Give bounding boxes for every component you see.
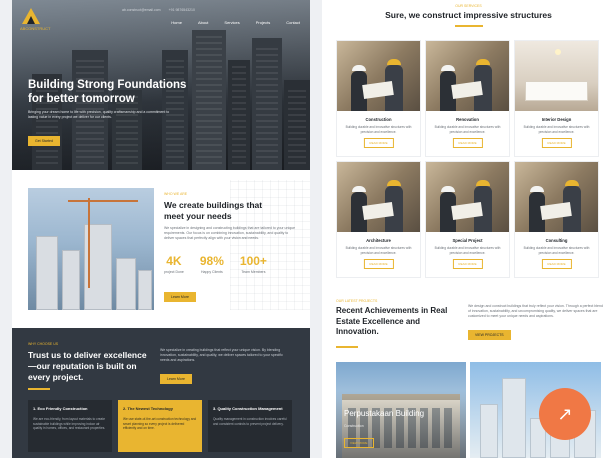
hero-title: Building Strong Foundations for better t…: [28, 79, 187, 105]
main-nav: Home About Services Projects Contact: [171, 20, 300, 25]
project-view-button[interactable]: VIEW MORE: [344, 438, 374, 448]
accent-divider: [336, 346, 358, 348]
arrow-up-right-icon[interactable]: ↗: [539, 388, 591, 440]
service-image: [337, 41, 420, 111]
trust-kicker: WHY CHOOSE US: [28, 342, 59, 346]
service-text: Building durable and innovative structur…: [523, 246, 590, 255]
about-learn-more-button[interactable]: Learn More: [164, 292, 196, 302]
stat-label: Happy Clients: [200, 270, 223, 274]
nav-services[interactable]: Services: [224, 20, 239, 25]
hero-text: Bringing your dream home to life with pr…: [28, 110, 170, 119]
building: [228, 60, 250, 170]
about-title: We create buildings that meet your needs: [164, 200, 263, 221]
service-card-renovation[interactable]: Renovation Building durable and innovati…: [425, 40, 510, 157]
nav-projects[interactable]: Projects: [256, 20, 270, 25]
service-text: Building durable and innovative structur…: [434, 246, 501, 255]
brand-name: ABCONSTRUCT: [20, 26, 51, 31]
feature-card-text: Quality management in construction invol…: [213, 417, 287, 426]
service-name: Architecture: [366, 238, 391, 243]
trust-title: Trust us to deliver excellence—our reput…: [28, 350, 147, 382]
stat-team: 100+ Team Members: [240, 254, 267, 274]
view-projects-button[interactable]: VIEW PROJECTS: [468, 330, 511, 340]
read-more-button[interactable]: READ MORE: [452, 138, 483, 148]
hero-section: ABCONSTRUCT ab.construct@email.com +91 9…: [12, 0, 310, 170]
brand-logo[interactable]: [20, 6, 42, 28]
services-title: Sure, we construct impressive structures: [385, 10, 552, 20]
hero-cta-button[interactable]: Get Started: [28, 136, 60, 146]
service-card-special-project[interactable]: Special Project Building durable and inn…: [425, 161, 510, 278]
service-text: Building durable and innovative structur…: [434, 125, 501, 134]
stat-value: 98%: [199, 254, 224, 268]
service-image: [426, 41, 509, 111]
stat-projects: 4K project Done: [164, 254, 184, 274]
feature-card-title: 1. Eco Friendly Construction: [33, 406, 88, 411]
service-name: Special Project: [452, 238, 483, 243]
about-image: [28, 188, 154, 310]
accent-divider: [28, 388, 50, 390]
stat-value: 4K: [166, 254, 182, 268]
about-kicker: WHO WE ARE: [164, 192, 188, 196]
feature-card[interactable]: 3. Quality Construction Management Quali…: [208, 400, 292, 452]
accent-divider: [455, 25, 483, 27]
project-name: Perpustakaan Building: [344, 409, 425, 418]
feature-card-text: We are eco-friendly, from layout materia…: [33, 417, 106, 430]
homepage-right-panel: OUR SERVICES Sure, we construct impressi…: [322, 0, 615, 458]
about-section: WHO WE ARE We create buildings that meet…: [12, 170, 310, 328]
achievements-title: Recent Achievements in Real Estate Excel…: [336, 306, 448, 336]
read-more-button[interactable]: READ MORE: [363, 259, 394, 269]
service-image: [515, 162, 598, 232]
feature-card-title: 2. The Newest Technology: [123, 406, 173, 411]
feature-card-title: 3. Quality Construction Management: [213, 406, 283, 411]
feature-card[interactable]: 1. Eco Friendly Construction We are eco-…: [28, 400, 112, 452]
stat-clients: 98% Happy Clients: [200, 254, 224, 274]
stats-row: 4K project Done 98% Happy Clients 100+ T…: [164, 254, 267, 274]
nav-about[interactable]: About: [198, 20, 208, 25]
service-name: Consulting: [545, 238, 568, 243]
homepage-left-panel: ABCONSTRUCT ab.construct@email.com +91 9…: [12, 0, 310, 458]
services-kicker: OUR SERVICES: [455, 4, 482, 8]
contact-phone[interactable]: +91 9876543210: [169, 8, 195, 12]
services-grid: Construction Building durable and innova…: [336, 40, 599, 278]
service-text: Building durable and innovative structur…: [345, 246, 412, 255]
why-choose-us-section: WHY CHOOSE US Trust us to deliver excell…: [12, 328, 310, 458]
about-text: We specialize in designing and construct…: [164, 226, 296, 240]
trust-text: We specialize in creating buildings that…: [160, 348, 283, 362]
nav-contact[interactable]: Contact: [286, 20, 300, 25]
service-image: [515, 41, 598, 111]
service-image: [337, 162, 420, 232]
service-image: [426, 162, 509, 232]
feature-cards: 1. Eco Friendly Construction We are eco-…: [28, 400, 292, 452]
project-category: Construction: [344, 424, 364, 428]
building: [284, 80, 310, 170]
read-more-button[interactable]: READ MORE: [541, 259, 572, 269]
contact-info: ab.construct@email.com +91 9876543210: [122, 8, 195, 12]
stat-label: Team Members: [241, 270, 266, 274]
project-card-perpustakaan[interactable]: Perpustakaan Building Construction VIEW …: [336, 362, 466, 458]
service-card-architecture[interactable]: Architecture Building durable and innova…: [336, 161, 421, 278]
feature-card-text: We use state-of-the-art construction tec…: [123, 417, 197, 430]
service-name: Construction: [365, 117, 392, 122]
trust-learn-more-button[interactable]: Learn More: [160, 374, 192, 384]
top-navigation: ABCONSTRUCT ab.construct@email.com +91 9…: [12, 0, 310, 34]
service-card-interior-design[interactable]: Interior Design Building durable and inn…: [514, 40, 599, 157]
screenshot-stage: ABCONSTRUCT ab.construct@email.com +91 9…: [0, 0, 615, 458]
service-name: Renovation: [456, 117, 479, 122]
service-card-consulting[interactable]: Consulting Building durable and innovati…: [514, 161, 599, 278]
building: [252, 38, 282, 170]
contact-email[interactable]: ab.construct@email.com: [122, 8, 161, 12]
achievements-kicker: OUR LATEST PROJECTS: [336, 299, 378, 303]
feature-card-highlighted[interactable]: 2. The Newest Technology We use state-of…: [118, 400, 202, 452]
stat-value: 100+: [239, 254, 267, 268]
read-more-button[interactable]: READ MORE: [541, 138, 572, 148]
service-text: Building durable and innovative structur…: [523, 125, 590, 134]
service-text: Building durable and innovative structur…: [345, 125, 412, 134]
service-card-construction[interactable]: Construction Building durable and innova…: [336, 40, 421, 157]
read-more-button[interactable]: READ MORE: [452, 259, 483, 269]
achievements-text: We design and construct buildings that t…: [468, 304, 603, 318]
read-more-button[interactable]: READ MORE: [363, 138, 394, 148]
service-name: Interior Design: [541, 117, 572, 122]
stat-label: project Done: [164, 270, 184, 274]
nav-home[interactable]: Home: [171, 20, 182, 25]
